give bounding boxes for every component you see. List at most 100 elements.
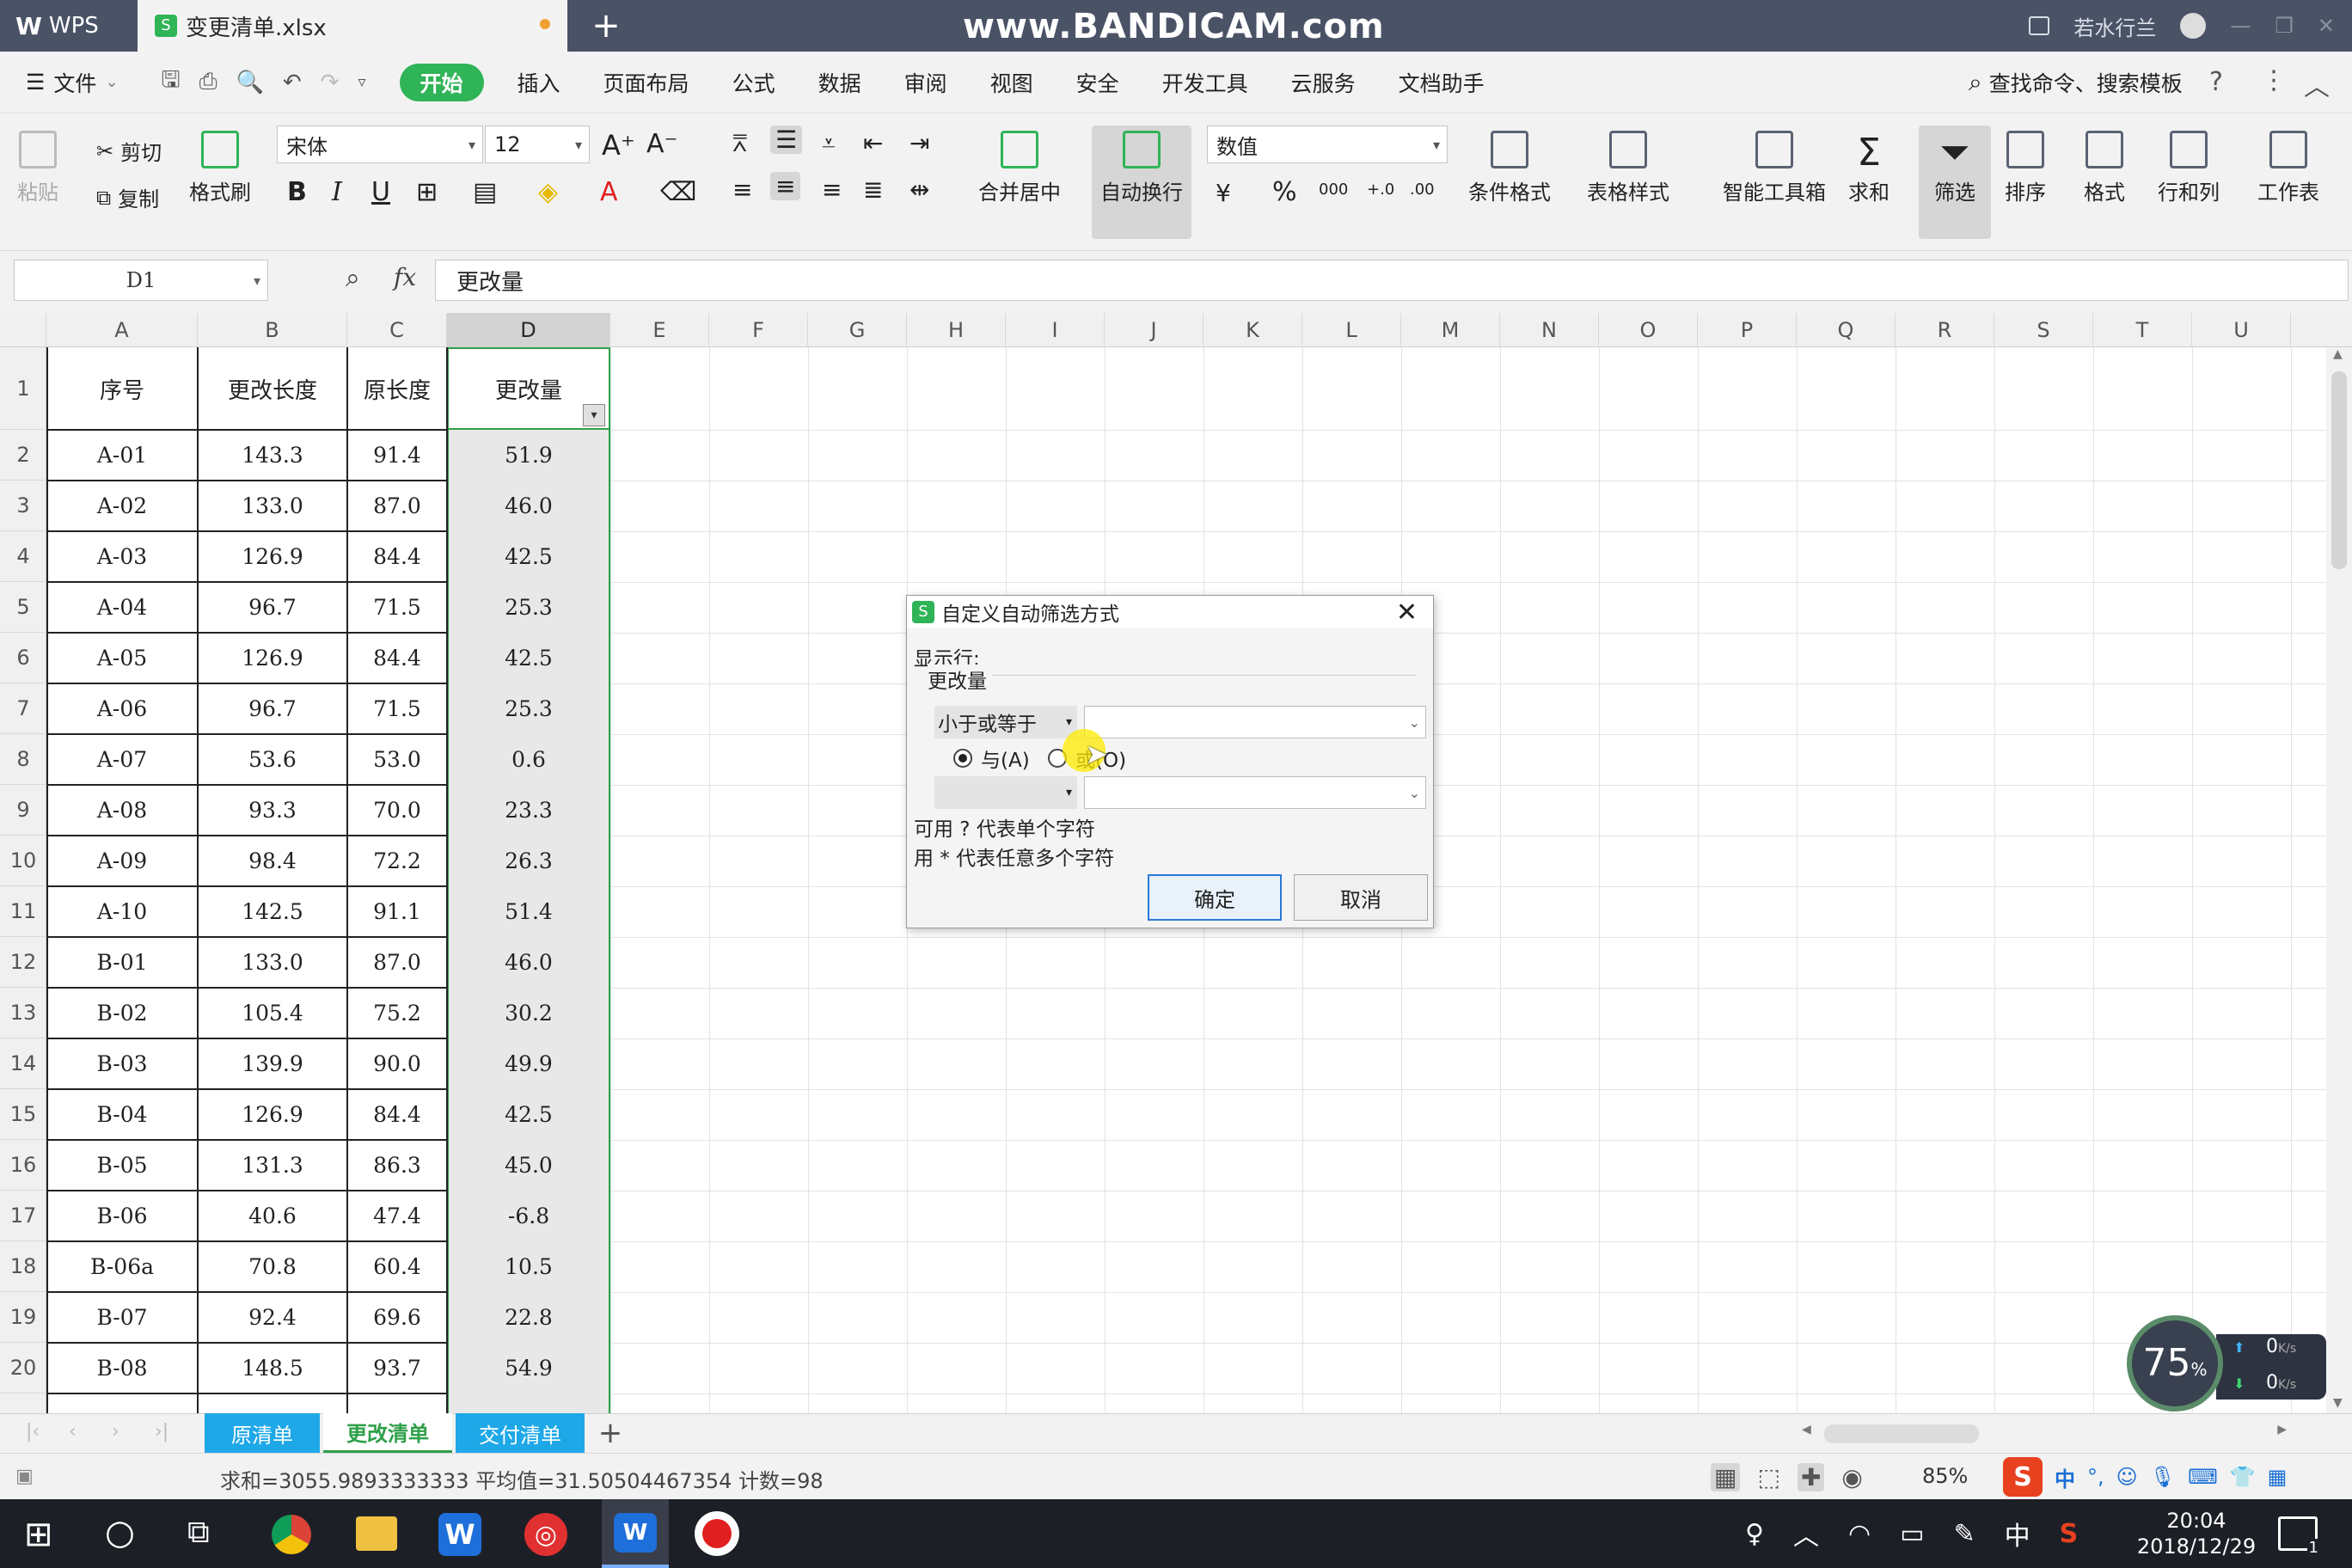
wifi-icon[interactable]: ◠ xyxy=(1848,1519,1871,1549)
data-cell[interactable]: 42.5 xyxy=(447,1089,610,1140)
sheet-tab-delivery[interactable]: 交付清单 xyxy=(456,1413,585,1453)
save-icon[interactable]: 🖫 xyxy=(162,64,181,101)
data-cell[interactable]: 46.0 xyxy=(447,481,610,531)
collapse-ribbon-icon[interactable]: ︿ xyxy=(2304,65,2330,103)
chrome-icon[interactable] xyxy=(272,1515,311,1554)
column-header[interactable]: M xyxy=(1401,313,1500,347)
netease-music-icon[interactable]: ◎ xyxy=(524,1513,567,1556)
tab-developer[interactable]: 开发工具 xyxy=(1141,52,1270,113)
first-sheet-icon[interactable]: |‹ xyxy=(26,1421,40,1442)
data-cell[interactable]: 93.3 xyxy=(198,785,347,836)
avatar[interactable] xyxy=(2180,13,2207,39)
tab-cloud[interactable]: 云服务 xyxy=(1270,52,1377,113)
tab-page-layout[interactable]: 页面布局 xyxy=(582,52,711,113)
cell-style-icon[interactable]: ▤ xyxy=(473,177,497,207)
clear-icon[interactable]: ⌫ xyxy=(660,177,696,207)
minimize-icon[interactable]: — xyxy=(2230,14,2251,38)
scroll-down-icon[interactable]: ▼ xyxy=(2333,1396,2343,1410)
data-cell[interactable]: 60.4 xyxy=(347,1241,447,1292)
row-header[interactable]: 7 xyxy=(0,683,46,734)
new-tab-button[interactable]: + xyxy=(585,0,628,52)
people-icon[interactable]: ♀ xyxy=(1745,1519,1764,1549)
ime-indicator[interactable]: 中 xyxy=(2005,1515,2030,1553)
data-cell[interactable]: 71.5 xyxy=(347,582,447,633)
file-explorer-icon[interactable] xyxy=(356,1516,397,1551)
row-header[interactable]: 1 xyxy=(0,347,46,430)
ime-punct-icon[interactable]: °, xyxy=(2087,1465,2104,1489)
data-cell[interactable]: 93.7 xyxy=(347,1343,447,1393)
redo-icon[interactable]: ↷ xyxy=(321,70,340,95)
column-header[interactable]: F xyxy=(709,313,808,347)
font-name-select[interactable]: 宋体 ▾ xyxy=(277,126,483,163)
data-cell[interactable]: 40.6 xyxy=(198,1191,347,1241)
data-cell[interactable]: 87.0 xyxy=(347,937,447,988)
column-header[interactable]: R xyxy=(1896,313,1994,347)
align-left-icon[interactable]: ≡ xyxy=(732,175,752,204)
row-header[interactable]: 17 xyxy=(0,1191,46,1241)
tray-expand-icon[interactable]: ︿ xyxy=(1793,1515,1819,1553)
row-header[interactable]: 6 xyxy=(0,633,46,683)
tab-doc-assistant[interactable]: 文档助手 xyxy=(1377,52,1506,113)
operator2-select[interactable]: ▾ xyxy=(934,776,1077,809)
pen-icon[interactable]: ✎ xyxy=(1954,1519,1975,1549)
column-header[interactable]: P xyxy=(1698,313,1797,347)
align-top-icon[interactable]: ⩞ xyxy=(732,129,747,158)
eye-protect-icon[interactable]: ◉ xyxy=(1841,1463,1862,1491)
data-cell[interactable]: B-05 xyxy=(46,1140,198,1191)
wps-writer-icon[interactable]: W xyxy=(438,1513,481,1556)
user-name[interactable]: 若水行兰 xyxy=(2073,11,2156,41)
cancel-button[interactable]: 取消 xyxy=(1294,874,1428,921)
data-cell[interactable]: B-06 xyxy=(46,1191,198,1241)
data-cell[interactable]: 126.9 xyxy=(198,1089,347,1140)
row-header[interactable]: 11 xyxy=(0,886,46,937)
data-cell[interactable]: A-02 xyxy=(46,481,198,531)
windows-start-icon[interactable]: ⊞ xyxy=(24,1515,53,1554)
normal-view-icon[interactable]: ▦ xyxy=(1711,1462,1741,1491)
h-scroll-thumb[interactable] xyxy=(1824,1424,1979,1443)
cut-button[interactable]: ✂ 剪切 xyxy=(96,136,162,166)
data-cell[interactable]: 10.5 xyxy=(447,1241,610,1292)
notification-icon[interactable]: 1 xyxy=(2278,1516,2320,1557)
ime-tools-icon[interactable]: ▦ xyxy=(2268,1465,2288,1489)
command-search[interactable]: ⌕ 查找命令、搜索模板 xyxy=(1969,52,2183,113)
tab-formula[interactable]: 公式 xyxy=(711,52,797,113)
data-cell[interactable]: 148.5 xyxy=(198,1343,347,1393)
customize-icon[interactable]: ▿ xyxy=(358,73,365,91)
data-cell[interactable]: 142.5 xyxy=(198,886,347,937)
column-header[interactable]: U xyxy=(2192,313,2291,347)
wps-spreadsheet-taskbar-item[interactable]: W xyxy=(602,1499,669,1568)
row-header[interactable]: 14 xyxy=(0,1038,46,1089)
data-cell[interactable]: 86.3 xyxy=(347,1140,447,1191)
sheet-tab-original[interactable]: 原清单 xyxy=(205,1413,320,1453)
row-header[interactable]: 12 xyxy=(0,937,46,988)
data-cell[interactable]: 96.7 xyxy=(198,582,347,633)
fill-color-icon[interactable]: ◈ xyxy=(538,177,558,207)
underline-button[interactable]: U xyxy=(371,177,390,207)
thousands-icon[interactable]: 000 xyxy=(1319,181,1348,199)
column-header[interactable]: G xyxy=(808,313,907,347)
value1-combo[interactable]: ⌄ xyxy=(1084,706,1426,738)
sort-button[interactable]: 排序 xyxy=(2005,131,2046,205)
data-cell[interactable]: B-06a xyxy=(46,1241,198,1292)
ime-voice-icon[interactable]: 🎙 xyxy=(2150,1465,2176,1489)
smart-toolbox-button[interactable]: 智能工具箱 xyxy=(1723,131,1826,205)
data-cell[interactable]: A-08 xyxy=(46,785,198,836)
filter-dropdown-icon[interactable]: ▾ xyxy=(583,404,605,426)
macro-icon[interactable]: ▣ xyxy=(15,1466,34,1487)
row-header[interactable]: 2 xyxy=(0,430,46,481)
data-cell[interactable]: 87.0 xyxy=(347,481,447,531)
data-cell[interactable]: B-02 xyxy=(46,988,198,1038)
format-button[interactable]: 格式 xyxy=(2084,131,2125,205)
row-header[interactable]: 18 xyxy=(0,1241,46,1292)
data-cell[interactable]: A-05 xyxy=(46,633,198,683)
tab-start[interactable]: 开始 xyxy=(399,63,484,101)
column-header[interactable]: A xyxy=(46,313,198,347)
zoom-formula-icon[interactable]: ⌕ xyxy=(346,263,360,293)
data-cell[interactable]: 51.4 xyxy=(447,886,610,937)
font-color-icon[interactable]: A xyxy=(600,177,618,207)
data-cell[interactable]: A-03 xyxy=(46,531,198,582)
data-cell[interactable]: 98.4 xyxy=(198,836,347,886)
data-cell[interactable]: 25.3 xyxy=(447,683,610,734)
scroll-right-icon[interactable]: ▶ xyxy=(2277,1423,2287,1436)
add-sheet-button[interactable]: + xyxy=(593,1413,628,1453)
